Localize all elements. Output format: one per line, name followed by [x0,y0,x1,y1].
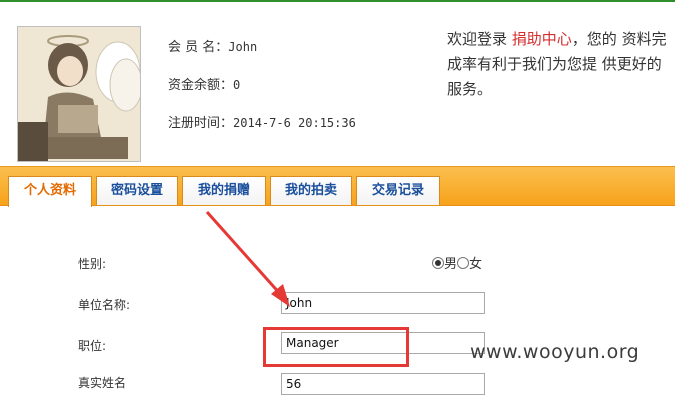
annotation-arrow-icon [205,211,290,307]
watermark: www.wooyun.org [470,341,640,363]
